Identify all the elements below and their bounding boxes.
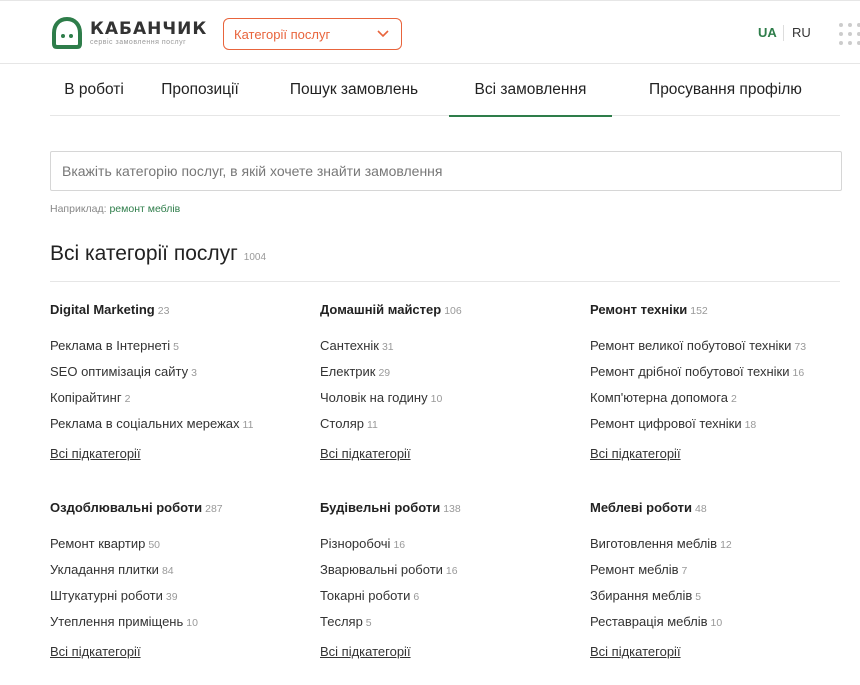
subcategory-item[interactable]: Комп'ютерна допомога 2 — [590, 389, 850, 415]
search-example: Наприклад: ремонт меблів — [50, 203, 180, 215]
subcategory-item[interactable]: Сантехнік 31 — [320, 337, 580, 363]
category-search-input[interactable] — [50, 151, 842, 191]
subcategory-item[interactable]: Токарні роботи 6 — [320, 587, 580, 613]
category-group-home-master: Домашній майстер 106 Сантехнік 31 Електрик… — [320, 301, 580, 463]
category-title[interactable]: Digital Marketing 23 — [50, 301, 310, 319]
category-count: 152 — [690, 305, 708, 317]
search-example-link[interactable]: ремонт меблів — [109, 203, 180, 215]
tabs-bar: В роботі Пропозиції Пошук замовлень Всі … — [50, 64, 840, 117]
all-subcategories-link[interactable]: Всі підкатегорії — [590, 446, 681, 461]
all-subcategories-link[interactable]: Всі підкатегорії — [320, 644, 411, 659]
logo-name: КАБАНЧИК — [90, 18, 208, 39]
section-heading: Всі категорії послуг 1004 — [50, 242, 266, 266]
subcategory-item[interactable]: Виготовлення меблів 12 — [590, 535, 850, 561]
tab-in-progress[interactable]: В роботі — [50, 64, 138, 116]
categories-dropdown[interactable]: Категорії послуг — [223, 18, 402, 50]
subcategory-item[interactable]: Ремонт дрібної побутової техніки 16 — [590, 363, 850, 389]
subcategory-item[interactable]: Копірайтинг 2 — [50, 389, 310, 415]
category-title[interactable]: Оздоблювальні роботи 287 — [50, 499, 310, 517]
category-count: 138 — [443, 503, 461, 515]
subcategory-item[interactable]: Ремонт квартир 50 — [50, 535, 310, 561]
all-subcategories-link[interactable]: Всі підкатегорії — [50, 446, 141, 461]
subcategory-item[interactable]: Утеплення приміщень 10 — [50, 613, 310, 639]
subcategory-item[interactable]: Реклама в Інтернеті 5 — [50, 337, 310, 363]
logo-tagline: сервіс замовлення послуг — [90, 38, 187, 46]
tab-all-orders[interactable]: Всі замовлення — [449, 64, 612, 117]
category-title[interactable]: Будівельні роботи 138 — [320, 499, 580, 517]
category-group-finishing: Оздоблювальні роботи 287 Ремонт квартир 50… — [50, 499, 310, 661]
category-count: 23 — [157, 305, 170, 317]
category-count: 106 — [444, 305, 462, 317]
page-title-count: 1004 — [243, 252, 267, 263]
subcategory-item[interactable]: SEO оптимізація сайту 3 — [50, 363, 310, 389]
subcategory-item[interactable]: Укладання плитки 84 — [50, 561, 310, 587]
lang-ua-link[interactable]: UA — [758, 25, 777, 40]
categories-dropdown-label: Категорії послуг — [234, 26, 331, 42]
all-subcategories-link[interactable]: Всі підкатегорії — [590, 644, 681, 659]
top-bar: КАБАНЧИК сервіс замовлення послуг Катего… — [0, 0, 860, 64]
all-subcategories-link[interactable]: Всі підкатегорії — [50, 644, 141, 659]
subcategory-item[interactable]: Збирання меблів 5 — [590, 587, 850, 613]
subcategory-item[interactable]: Реставрація меблів 10 — [590, 613, 850, 639]
subcategory-item[interactable]: Електрик 29 — [320, 363, 580, 389]
subcategory-item[interactable]: Ремонт великої побутової техніки 73 — [590, 337, 850, 363]
category-group-tech-repair: Ремонт техніки 152 Ремонт великої побутов… — [590, 301, 850, 463]
tab-proposals[interactable]: Пропозиції — [149, 64, 251, 116]
subcategory-item[interactable]: Столяр 11 — [320, 415, 580, 441]
search-example-prefix: Наприклад: — [50, 203, 107, 215]
subcategory-item[interactable]: Ремонт цифрової техніки 18 — [590, 415, 850, 441]
category-group-furniture: Меблеві роботи 48 Виготовлення меблів 12 Р… — [590, 499, 850, 661]
subcategory-item[interactable]: Реклама в соціальних мережах 11 — [50, 415, 310, 441]
logo[interactable]: КАБАНЧИК сервіс замовлення послуг — [50, 16, 207, 50]
tab-profile-promotion[interactable]: Просування профілю — [638, 64, 813, 116]
category-title[interactable]: Домашній майстер 106 — [320, 301, 580, 319]
subcategory-item[interactable]: Різноробочі 16 — [320, 535, 580, 561]
chevron-down-icon — [377, 30, 389, 38]
subcategory-item[interactable]: Зварювальні роботи 16 — [320, 561, 580, 587]
apps-grid-icon[interactable] — [839, 23, 860, 45]
page-title: Всі категорії послуг — [50, 242, 238, 265]
category-group-digital-marketing: Digital Marketing 23 Реклама в Інтернеті 5… — [50, 301, 310, 463]
logo-icon — [52, 16, 82, 49]
tab-order-search[interactable]: Пошук замовлень — [276, 64, 432, 116]
subcategory-item[interactable]: Ремонт меблів 7 — [590, 561, 850, 587]
subcategory-item[interactable]: Тесляр 5 — [320, 613, 580, 639]
category-title[interactable]: Ремонт техніки 152 — [590, 301, 850, 319]
category-group-construction: Будівельні роботи 138 Різноробочі 16 Зварю… — [320, 499, 580, 661]
subcategory-item[interactable]: Штукатурні роботи 39 — [50, 587, 310, 613]
category-title[interactable]: Меблеві роботи 48 — [590, 499, 850, 517]
category-count: 48 — [695, 503, 707, 515]
subcategory-item[interactable]: Чоловік на годину 10 — [320, 389, 580, 415]
category-count: 287 — [205, 503, 223, 515]
lang-divider — [783, 25, 784, 41]
divider — [50, 281, 840, 282]
all-subcategories-link[interactable]: Всі підкатегорії — [320, 446, 411, 461]
lang-ru-link[interactable]: RU — [792, 25, 811, 40]
